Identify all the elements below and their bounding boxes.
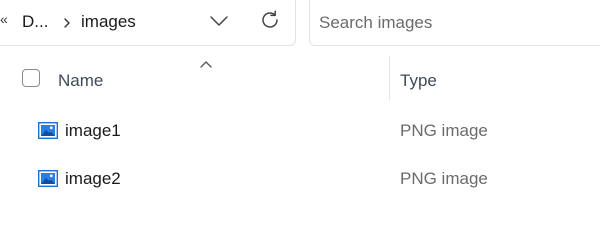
png-image-icon — [38, 122, 58, 139]
select-all-checkbox[interactable] — [22, 69, 40, 87]
list-item[interactable]: image1 PNG image — [0, 112, 600, 152]
sort-ascending-icon — [200, 61, 212, 68]
column-header-type[interactable]: Type — [400, 71, 437, 91]
file-type: PNG image — [400, 121, 488, 140]
file-type: PNG image — [400, 169, 488, 188]
png-image-icon — [38, 170, 58, 187]
refresh-icon[interactable] — [258, 8, 282, 32]
search-input[interactable] — [319, 11, 579, 35]
column-header-row: Name Type — [0, 56, 600, 104]
breadcrumb-separator-icon[interactable] — [60, 16, 74, 30]
breadcrumb-item-current[interactable]: images — [81, 12, 136, 32]
list-item[interactable]: image2 PNG image — [0, 160, 600, 200]
column-divider[interactable] — [389, 56, 390, 100]
breadcrumb-overflow-icon[interactable]: « — [0, 11, 8, 27]
chevron-down-icon[interactable] — [208, 12, 230, 30]
file-name[interactable]: image2 — [65, 169, 121, 189]
breadcrumb-item-parent[interactable]: D... — [22, 12, 48, 32]
file-name[interactable]: image1 — [65, 121, 121, 141]
file-explorer: « D... images Name Type — [0, 0, 600, 247]
navigation-bar: « D... images — [0, 0, 600, 48]
column-header-name[interactable]: Name — [58, 71, 103, 91]
